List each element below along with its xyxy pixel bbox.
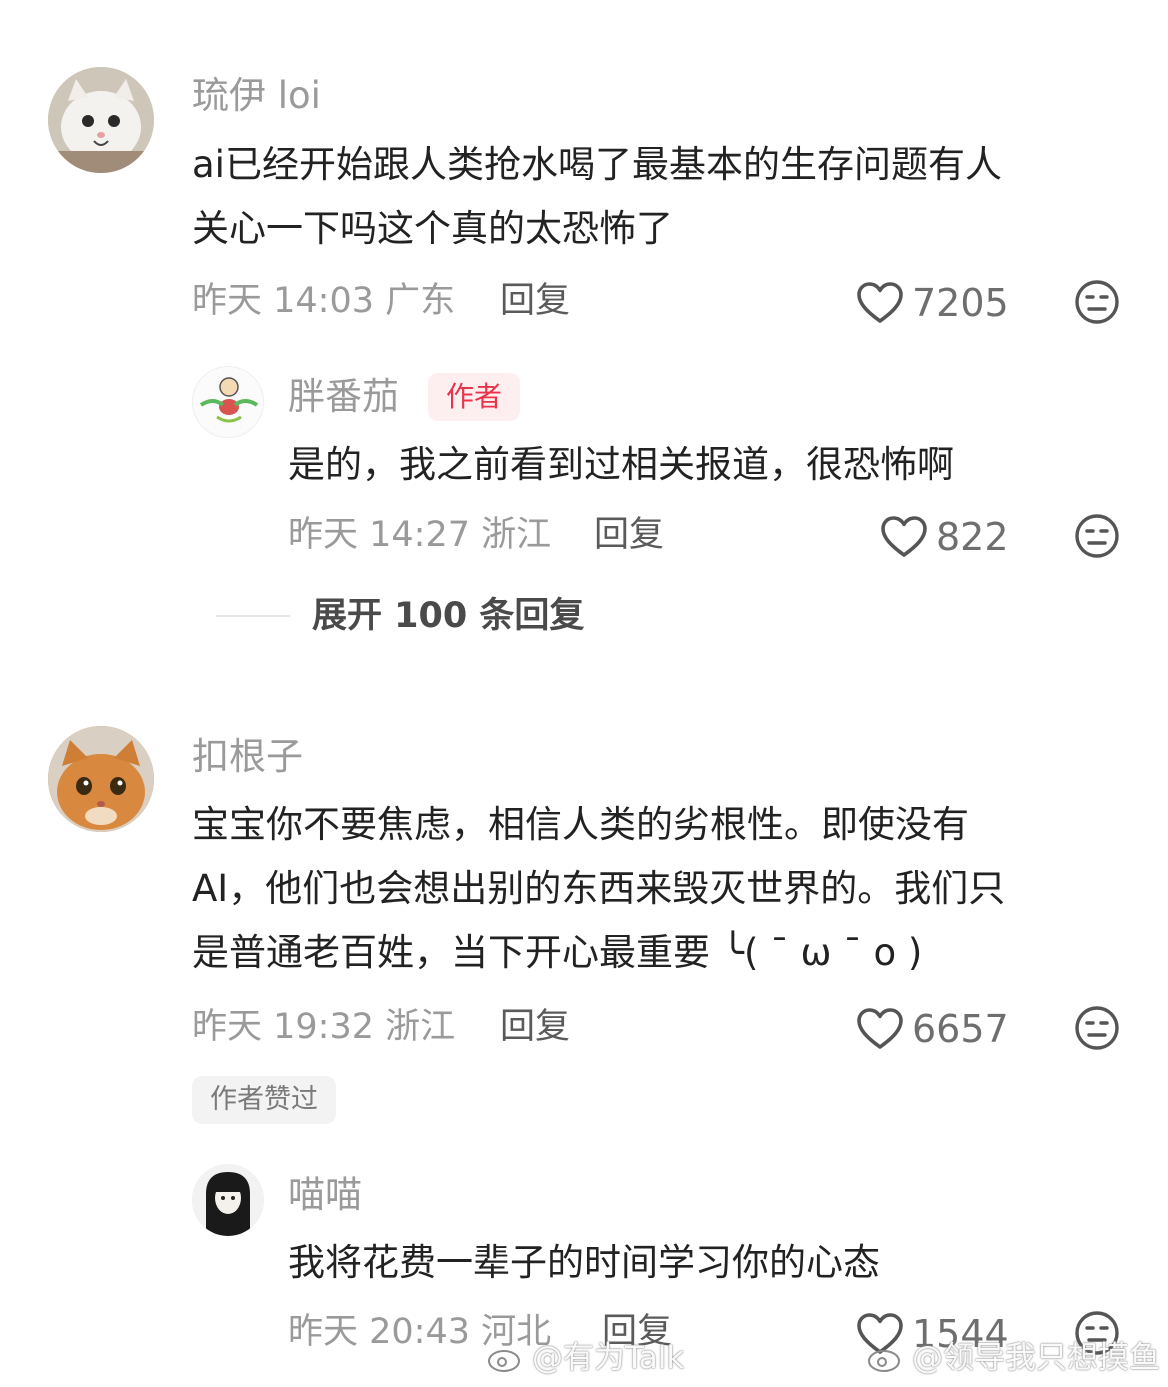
avatar[interactable]	[192, 366, 264, 438]
comment-meta: 昨天 14:03 广东	[192, 281, 456, 321]
comment-text-line: 关心一下吗这个真的太恐怖了	[192, 207, 673, 250]
comment-text: ai已经开始跟人类抢水喝了最基本的生存问题有人 关心一下吗这个真的太恐怖了	[192, 133, 1132, 261]
reply-button[interactable]: 回复	[500, 1005, 570, 1049]
weibo-logo-icon	[488, 1350, 520, 1372]
like-button[interactable]: 822	[880, 515, 1009, 559]
reply-username[interactable]: 喵喵	[288, 1173, 362, 1217]
reply-text: 是的，我之前看到过相关报道，很恐怖啊	[288, 443, 954, 486]
reply-text: 我将花费一辈子的时间学习你的心态	[288, 1241, 880, 1284]
watermark-text: @领导我只想摸鱼	[912, 1340, 1160, 1376]
like-button[interactable]: 6657	[856, 1007, 1009, 1051]
comment-text-line: ai已经开始跟人类抢水喝了最基本的生存问题有人	[192, 143, 1002, 186]
watermark-text: @有为Talk	[532, 1340, 685, 1376]
watermark: @有为Talk	[486, 1338, 684, 1378]
comment-username[interactable]: 扣根子	[192, 735, 303, 779]
reply-button[interactable]: 回复	[594, 513, 664, 557]
dislike-face-icon[interactable]	[1074, 513, 1120, 559]
reply-button[interactable]: 回复	[500, 279, 570, 323]
expand-replies-label: 展开 100 条回复	[312, 596, 585, 636]
like-count: 822	[936, 515, 1009, 559]
avatar[interactable]	[48, 67, 154, 173]
avatar[interactable]	[192, 1164, 264, 1236]
heart-icon	[880, 515, 928, 559]
like-button[interactable]: 7205	[856, 281, 1009, 325]
orange-cat-avatar-icon	[48, 726, 154, 832]
author-liked-badge: 作者赞过	[192, 1076, 336, 1124]
heart-icon	[856, 1007, 904, 1051]
tomato-avatar-icon	[193, 367, 263, 437]
white-cat-avatar-icon	[48, 67, 154, 173]
watermark: @领导我只想摸鱼	[866, 1338, 1160, 1378]
comment-meta: 昨天 19:32 浙江	[192, 1007, 456, 1047]
avatar[interactable]	[48, 726, 154, 832]
weibo-logo-icon	[868, 1350, 900, 1372]
like-count: 7205	[912, 281, 1009, 325]
girl-avatar-icon	[192, 1164, 264, 1236]
reply-meta: 昨天 14:27 浙江	[288, 515, 552, 555]
author-badge: 作者	[428, 373, 521, 421]
divider	[216, 615, 290, 617]
comment-text-line: 宝宝你不要焦虑，相信人类的劣根性。即使没有	[192, 803, 969, 846]
dislike-face-icon[interactable]	[1074, 279, 1120, 325]
like-count: 6657	[912, 1007, 1009, 1051]
dislike-face-icon[interactable]	[1074, 1005, 1120, 1051]
reply-username[interactable]: 胖番茄	[288, 375, 399, 419]
heart-icon	[856, 281, 904, 325]
expand-replies-button[interactable]: 展开 100 条回复	[216, 594, 584, 638]
comment-text-line: AI，他们也会想出别的东西来毁灭世界的。我们只	[192, 867, 1006, 910]
comment-text: 宝宝你不要焦虑，相信人类的劣根性。即使没有 AI，他们也会想出别的东西来毁灭世界…	[192, 793, 1132, 985]
comment-username[interactable]: 琉伊 loi	[192, 74, 321, 118]
comment-text-line: 是普通老百姓，当下开心最重要 ╰( ¯ ω ¯ o )	[192, 931, 923, 974]
